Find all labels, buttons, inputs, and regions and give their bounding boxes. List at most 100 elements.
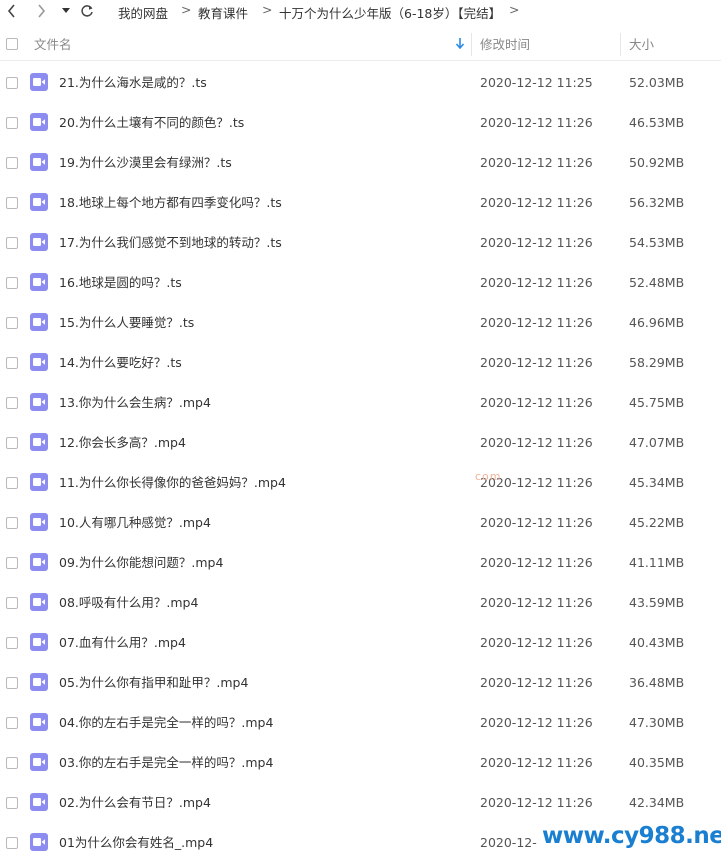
breadcrumb-item-my-disk[interactable]: 我的网盘 [118,3,168,22]
breadcrumb-item-courseware[interactable]: 教育课件 [198,3,248,22]
file-row[interactable]: 03.你的左右手是完全一样的吗？.mp4 2020-12-12 11:26 40.3… [0,743,721,783]
file-size: 50.92MB [629,155,685,170]
file-row[interactable]: 04.你的左右手是完全一样的吗？.mp4 2020-12-12 11:26 47.3… [0,703,721,743]
sort-direction-button[interactable] [455,37,465,51]
file-name[interactable]: 07.血有什么用？.mp4 [59,623,186,663]
breadcrumb-item-current-folder[interactable]: 十万个为什么少年版（6-18岁）【完结】 [279,3,501,22]
video-file-icon [30,313,48,331]
file-name[interactable]: 01为什么你会有姓名_.mp4 [59,823,213,863]
file-name[interactable]: 16.地球是圆的吗？.ts [59,263,182,303]
file-modified-date: 2020-12-12 11:26 [480,395,593,410]
file-row[interactable]: 21.为什么海水是咸的？.ts 2020-12-12 11:25 52.03MB [0,63,721,103]
file-name[interactable]: 05.为什么你有指甲和趾甲？.mp4 [59,663,248,703]
file-modified-date: 2020-12-1 [480,835,545,850]
column-header-size[interactable]: 大小 [629,29,654,60]
file-name[interactable]: 04.你的左右手是完全一样的吗？.mp4 [59,703,273,743]
file-name[interactable]: 17.为什么我们感觉不到地球的转动？.ts [59,223,282,263]
file-checkbox[interactable] [6,757,18,769]
file-size: 45.22MB [629,515,685,530]
file-name[interactable]: 12.你会长多高？.mp4 [59,423,186,463]
file-name[interactable]: 03.你的左右手是完全一样的吗？.mp4 [59,743,273,783]
toolbar: 我的网盘 > 教育课件 > 十万个为什么少年版（6-18岁）【完结】 > [0,0,721,22]
file-name[interactable]: 11.为什么你长得像你的爸爸妈妈？.mp4 [59,463,286,503]
select-all-checkbox[interactable] [6,38,18,50]
file-checkbox[interactable] [6,557,18,569]
site-watermark: www.cy988.net [538,816,721,868]
file-size: 47.07MB [629,435,685,450]
file-size: 41.11MB [629,555,685,570]
file-row[interactable]: 09.为什么你能想问题？.mp4 2020-12-12 11:26 41.11MB [0,543,721,583]
file-checkbox[interactable] [6,517,18,529]
video-file-icon [30,353,48,371]
file-name[interactable]: 21.为什么海水是咸的？.ts [59,63,207,103]
file-row[interactable]: 18.地球上每个地方都有四季变化吗？.ts 2020-12-12 11:26 56.… [0,183,721,223]
video-file-icon [30,433,48,451]
file-name[interactable]: 15.为什么人要睡觉？.ts [59,303,194,343]
file-size: 40.43MB [629,635,685,650]
video-file-icon [30,193,48,211]
file-checkbox[interactable] [6,317,18,329]
file-name[interactable]: 18.地球上每个地方都有四季变化吗？.ts [59,183,282,223]
column-divider[interactable] [620,33,621,56]
file-modified-date: 2020-12-12 11:26 [480,355,593,370]
file-checkbox[interactable] [6,797,18,809]
file-checkbox[interactable] [6,717,18,729]
file-row[interactable]: 13.你为什么会生病？.mp4 2020-12-12 11:26 45.75MB [0,383,721,423]
file-checkbox[interactable] [6,77,18,89]
video-file-icon [30,113,48,131]
file-row[interactable]: 19.为什么沙漠里会有绿洲？.ts 2020-12-12 11:26 50.92MB [0,143,721,183]
file-checkbox[interactable] [6,597,18,609]
chevron-left-icon [7,4,15,18]
file-row[interactable]: 15.为什么人要睡觉？.ts 2020-12-12 11:26 46.96MB [0,303,721,343]
file-name[interactable]: 10.人有哪几种感觉？.mp4 [59,503,211,543]
file-checkbox[interactable] [6,397,18,409]
file-row[interactable]: 16.地球是圆的吗？.ts 2020-12-12 11:26 52.48MB [0,263,721,303]
file-modified-date: 2020-12-12 11:26 [480,435,593,450]
file-name[interactable]: 09.为什么你能想问题？.mp4 [59,543,223,583]
file-list: 21.为什么海水是咸的？.ts 2020-12-12 11:25 52.03MB 20… [0,63,721,863]
file-checkbox[interactable] [6,117,18,129]
file-row[interactable]: 12.你会长多高？.mp4 2020-12-12 11:26 47.07MB [0,423,721,463]
history-dropdown[interactable] [60,2,72,20]
file-name[interactable]: 13.你为什么会生病？.mp4 [59,383,211,423]
file-checkbox[interactable] [6,677,18,689]
file-name[interactable]: 14.为什么要吃好？.ts [59,343,182,383]
refresh-icon [81,5,93,17]
file-checkbox[interactable] [6,437,18,449]
file-row[interactable]: 14.为什么要吃好？.ts 2020-12-12 11:26 58.29MB [0,343,721,383]
column-header-name[interactable]: 文件名 [34,29,72,60]
video-file-icon [30,553,48,571]
file-checkbox[interactable] [6,637,18,649]
file-modified-date: 2020-12-12 11:26 [480,635,593,650]
video-file-icon [30,633,48,651]
file-row[interactable]: 05.为什么你有指甲和趾甲？.mp4 2020-12-12 11:26 36.48M… [0,663,721,703]
file-checkbox[interactable] [6,477,18,489]
file-row[interactable]: 10.人有哪几种感觉？.mp4 2020-12-12 11:26 45.22MB [0,503,721,543]
file-name[interactable]: 20.为什么土壤有不同的颜色？.ts [59,103,244,143]
file-checkbox[interactable] [6,237,18,249]
video-file-icon [30,153,48,171]
file-checkbox[interactable] [6,197,18,209]
column-header-date[interactable]: 修改时间 [480,29,530,60]
file-name[interactable]: 02.为什么会有节日？.mp4 [59,783,211,823]
file-checkbox[interactable] [6,837,18,849]
video-file-icon [30,833,48,851]
file-row[interactable]: 08.呼吸有什么用？.mp4 2020-12-12 11:26 43.59MB [0,583,721,623]
file-checkbox[interactable] [6,357,18,369]
file-row[interactable]: 17.为什么我们感觉不到地球的转动？.ts 2020-12-12 11:26 54.… [0,223,721,263]
file-row[interactable]: 07.血有什么用？.mp4 2020-12-12 11:26 40.43MB [0,623,721,663]
back-button[interactable] [4,2,20,20]
file-row[interactable]: 20.为什么土壤有不同的颜色？.ts 2020-12-12 11:26 46.53M… [0,103,721,143]
refresh-button[interactable] [79,2,95,20]
file-size: 43.59MB [629,595,685,610]
video-file-icon [30,713,48,731]
file-name[interactable]: 19.为什么沙漠里会有绿洲？.ts [59,143,232,183]
forward-button[interactable] [33,2,49,20]
file-checkbox[interactable] [6,277,18,289]
column-divider[interactable] [471,33,472,56]
file-checkbox[interactable] [6,157,18,169]
file-name[interactable]: 08.呼吸有什么用？.mp4 [59,583,198,623]
file-modified-date: 2020-12-12 11:26 [480,475,593,490]
video-file-icon [30,473,48,491]
file-row[interactable]: 11.为什么你长得像你的爸爸妈妈？.mp4 2020-12-12 11:26 45.… [0,463,721,503]
